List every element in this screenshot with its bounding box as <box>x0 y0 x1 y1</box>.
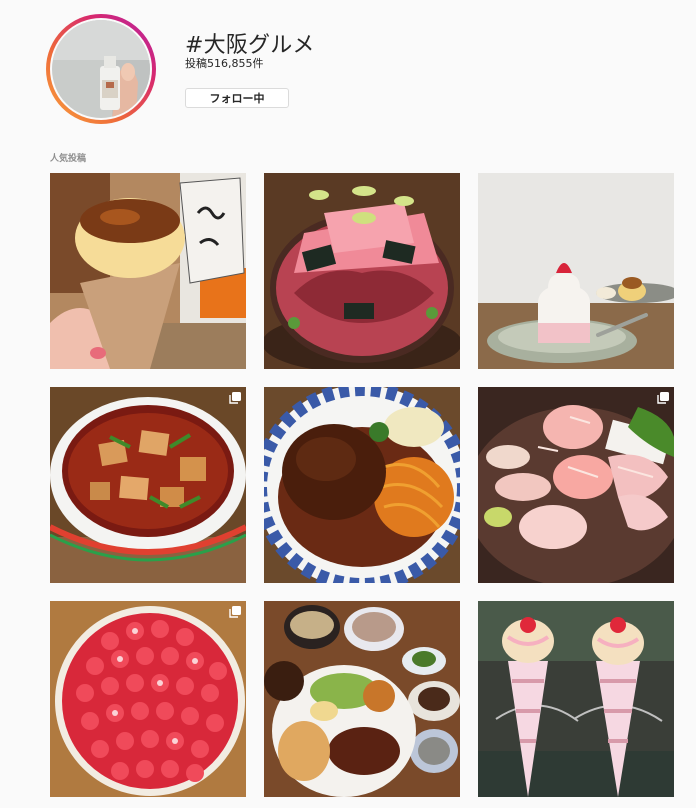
top-posts-label: 人気投稿 <box>50 154 87 164</box>
post-teishoku-set[interactable] <box>264 601 460 797</box>
post-image <box>264 387 460 583</box>
avatar-photo <box>52 20 150 118</box>
avatar <box>50 18 152 120</box>
post-image <box>50 601 246 797</box>
post-strawberry-tart[interactable] <box>50 601 246 797</box>
post-mapo-tofu[interactable] <box>50 387 246 583</box>
post-image <box>50 387 246 583</box>
post-count: 投稿516,855件 <box>185 57 264 70</box>
hashtag-avatar-ring[interactable] <box>46 14 156 124</box>
multiple-photos-icon <box>229 606 241 618</box>
post-image <box>478 601 674 797</box>
post-cheese-crepe[interactable] <box>50 173 246 369</box>
post-image <box>264 601 460 797</box>
multiple-photos-icon <box>657 392 669 404</box>
post-crepe-cones[interactable] <box>478 601 674 797</box>
post-image <box>478 387 674 583</box>
post-tuna-bowl[interactable] <box>264 173 460 369</box>
hashtag-header: #大阪グルメ 投稿516,855件 フォロー中 <box>0 0 696 140</box>
post-image <box>264 173 460 369</box>
post-image <box>50 173 246 369</box>
multiple-photos-icon <box>229 392 241 404</box>
following-button[interactable]: フォロー中 <box>185 88 289 108</box>
post-sashimi-platter[interactable] <box>478 387 674 583</box>
post-strawberry-cake[interactable] <box>478 173 674 369</box>
post-hamburg-steak[interactable] <box>264 387 460 583</box>
post-image <box>478 173 674 369</box>
